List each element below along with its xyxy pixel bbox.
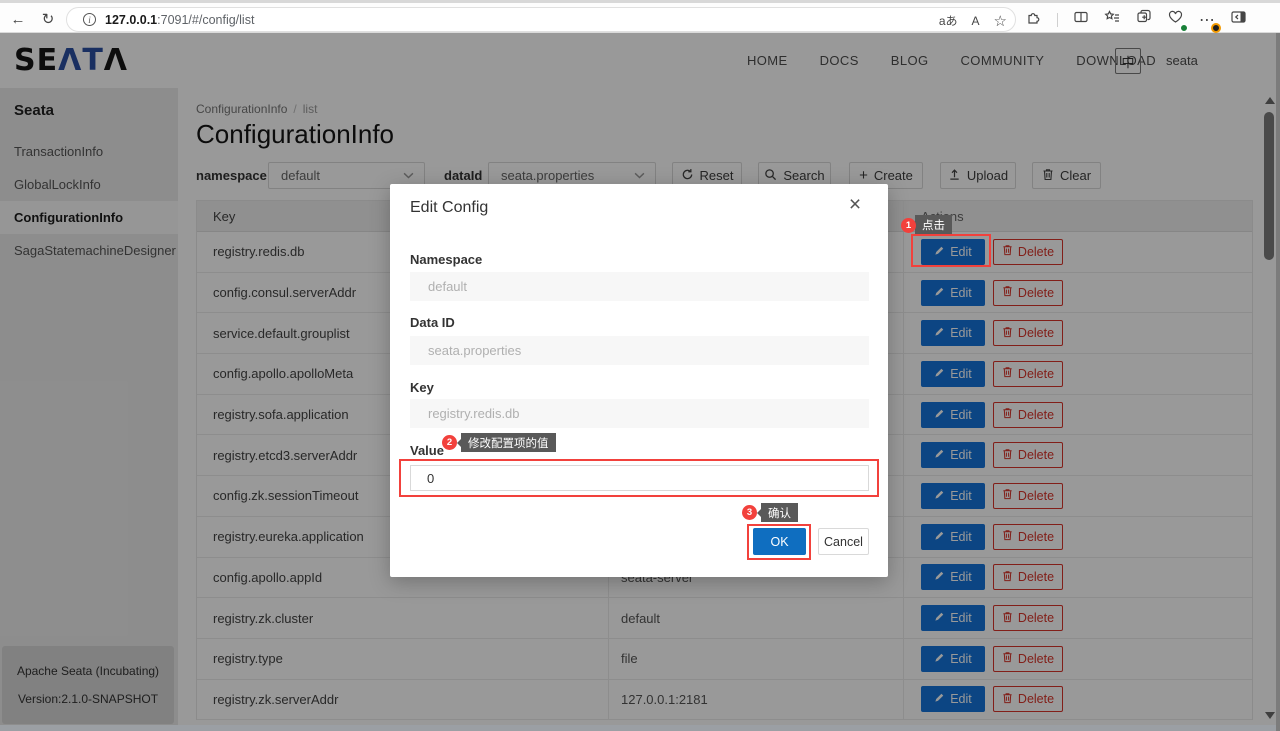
read-aloud-icon[interactable]: A (972, 14, 980, 28)
window-bottom-edge (0, 725, 1276, 731)
browser-essentials-icon[interactable] (1167, 9, 1184, 30)
ok-button[interactable]: OK (753, 528, 806, 555)
browser-toolbar: ← ↻ i 127.0.0.1:7091/#/config/list aあ A … (0, 3, 1280, 33)
key-field-label: Key (410, 380, 434, 395)
address-bar[interactable]: i 127.0.0.1:7091/#/config/list aあ A ☆ (66, 7, 1016, 32)
annotation-tooltip-3: 确认 (761, 503, 798, 522)
cancel-button[interactable]: Cancel (818, 528, 869, 555)
add-tab-collection-icon[interactable] (1136, 9, 1152, 30)
url-host: 127.0.0.1 (105, 13, 157, 27)
sidebar-toggle-icon[interactable] (1230, 9, 1247, 30)
url-text[interactable]: 127.0.0.1:7091/#/config/list (105, 13, 254, 27)
namespace-field-label: Namespace (410, 252, 482, 267)
annotation-tooltip-1: 点击 (915, 215, 952, 234)
url-path: :7091/#/config/list (157, 13, 254, 27)
favorite-star-icon[interactable]: ☆ (994, 12, 1007, 30)
screen: ← ↻ i 127.0.0.1:7091/#/config/list aあ A … (0, 0, 1280, 731)
scrollbar-down-arrow[interactable] (1265, 712, 1275, 719)
scrollbar-thumb[interactable] (1264, 112, 1274, 260)
extensions-icon[interactable] (1026, 9, 1042, 30)
scrollbar-up-arrow[interactable] (1265, 97, 1275, 104)
split-screen-icon[interactable] (1073, 9, 1089, 30)
dataid-field-label: Data ID (410, 315, 455, 330)
refresh-icon[interactable]: ↻ (36, 7, 60, 31)
translate-icon[interactable]: aあ (939, 12, 958, 29)
back-icon[interactable]: ← (6, 7, 30, 31)
toolbar-divider (1057, 13, 1058, 27)
value-field-label: Value (410, 443, 444, 458)
modal-title: Edit Config (410, 199, 488, 217)
edit-config-modal: Edit Config × Namespace Data ID Key Valu… (390, 184, 888, 577)
dataid-field (410, 336, 869, 365)
window-right-edge (1276, 33, 1280, 731)
annotation-badge-3: 3 (742, 505, 757, 520)
key-field (410, 399, 869, 428)
annotation-badge-1: 1 (901, 218, 916, 233)
value-field[interactable] (410, 465, 869, 491)
namespace-field (410, 272, 869, 301)
settings-more-icon[interactable]: ⋯ (1199, 10, 1215, 30)
annotation-badge-2: 2 (442, 435, 457, 450)
annotation-tooltip-2: 修改配置项的值 (461, 433, 556, 452)
close-icon[interactable]: × (842, 192, 868, 218)
collections-icon[interactable] (1104, 9, 1121, 30)
site-info-icon[interactable]: i (83, 13, 96, 26)
